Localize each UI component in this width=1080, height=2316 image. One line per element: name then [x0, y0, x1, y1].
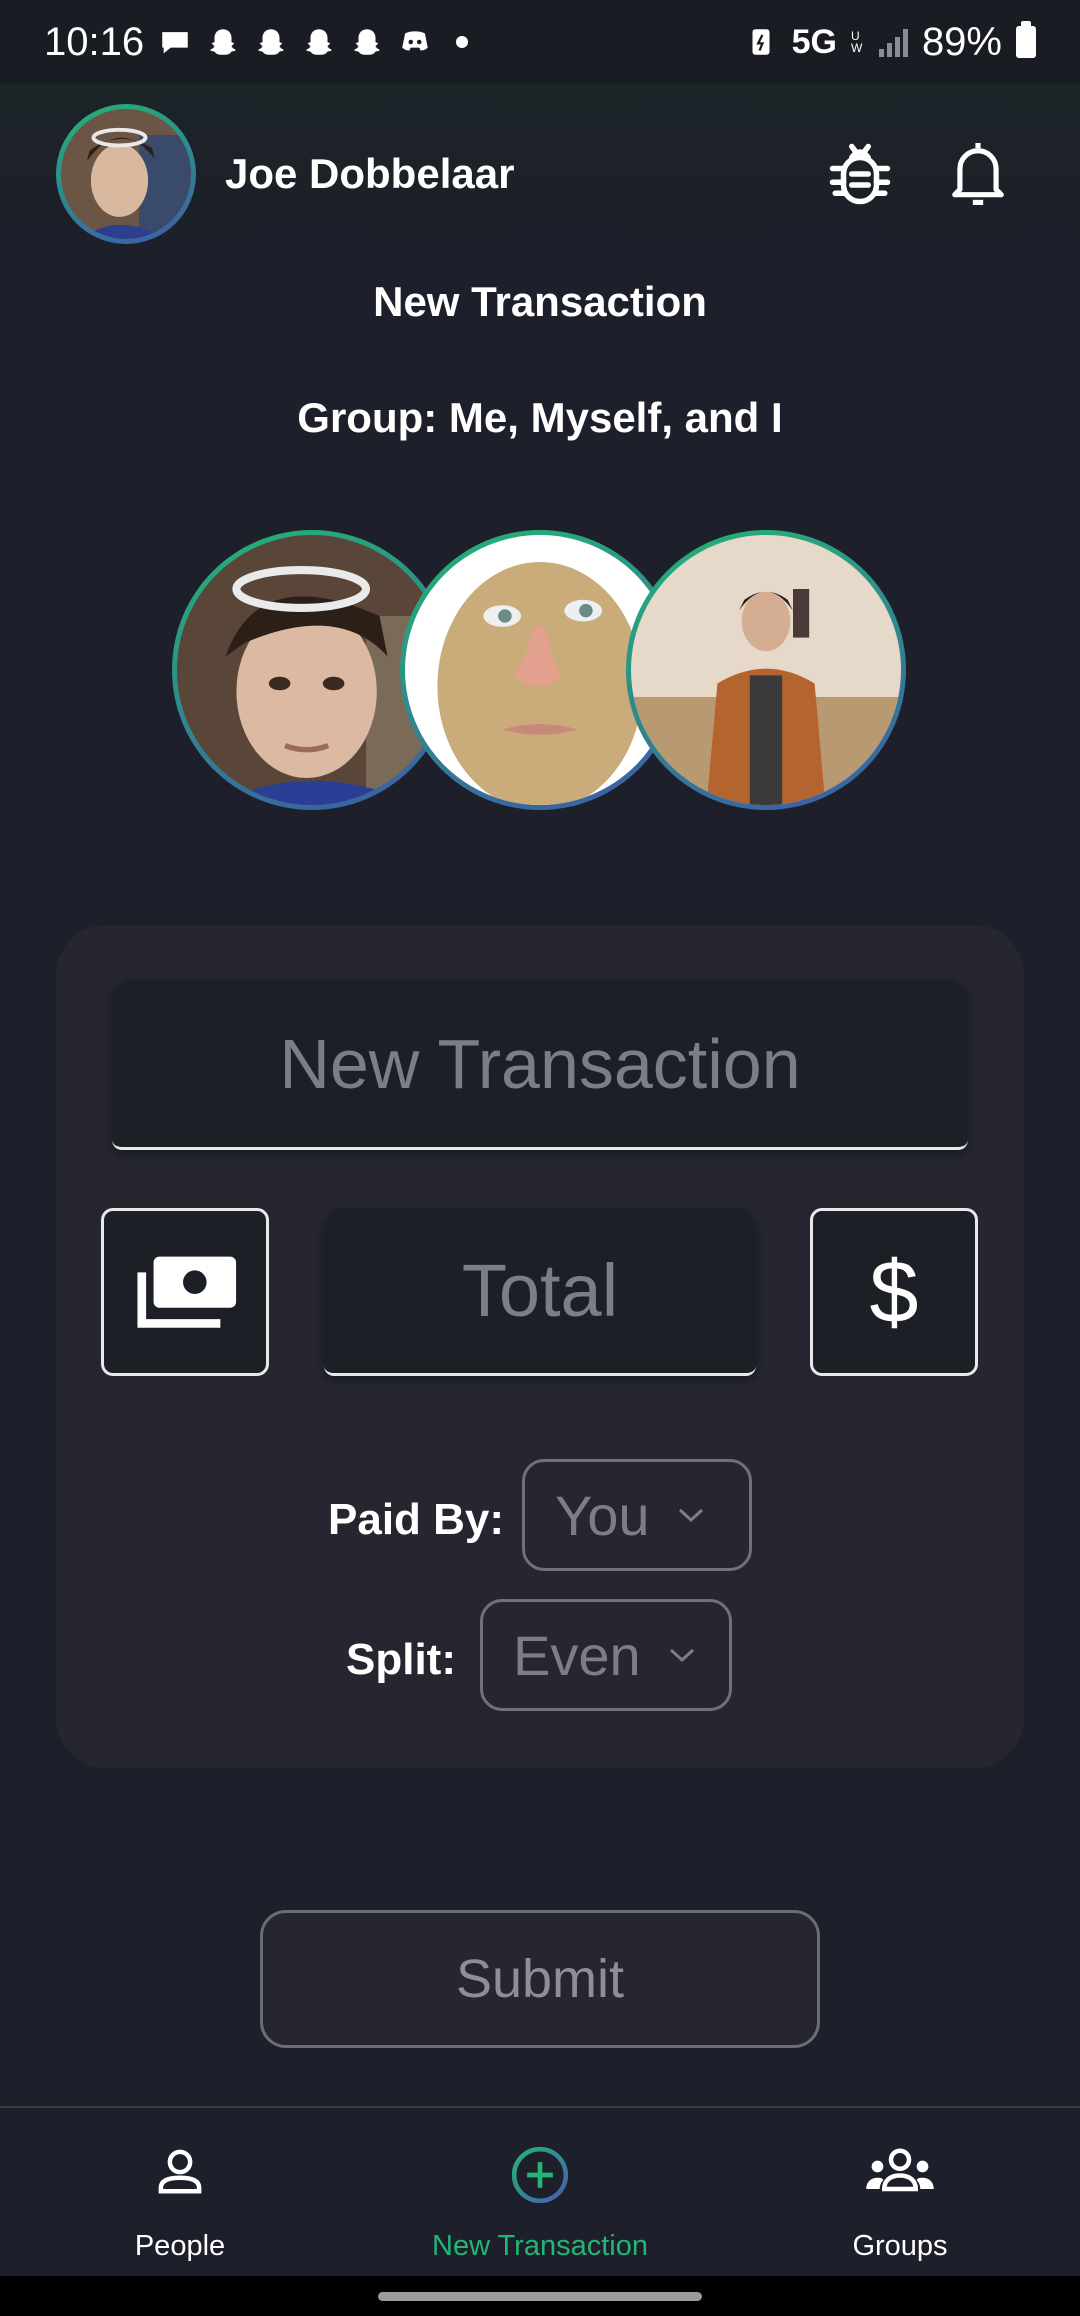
- paid-by-select[interactable]: You: [522, 1459, 752, 1571]
- nav-people[interactable]: People: [0, 2108, 360, 2278]
- app-header: Joe Dobbelaar: [0, 84, 1080, 264]
- transaction-form-card: New Transaction Total $ Paid By: You Spl…: [56, 925, 1024, 1768]
- snapchat-icon: [306, 29, 332, 55]
- chevron-down-icon: [669, 1648, 694, 1663]
- network-type: 5G: [791, 22, 837, 61]
- page-title: New Transaction: [373, 278, 707, 325]
- total-amount-input[interactable]: Total: [324, 1208, 756, 1376]
- bug-report-button[interactable]: [820, 134, 900, 214]
- split-select[interactable]: Even: [480, 1599, 732, 1711]
- person-icon: [158, 2149, 202, 2194]
- split-value: Even: [513, 1623, 641, 1687]
- clock: 10:16: [44, 19, 145, 64]
- plus-circle-icon: [511, 2146, 569, 2204]
- submit-button[interactable]: Submit: [260, 1910, 820, 2048]
- transaction-name-input[interactable]: New Transaction: [112, 980, 968, 1150]
- snapchat-icon: [210, 29, 236, 55]
- bug-icon: [829, 143, 891, 205]
- currency-symbol: $: [869, 1242, 919, 1341]
- notifications-button[interactable]: [938, 134, 1018, 214]
- snapchat-icon: [258, 29, 284, 55]
- battery-percent: 89%: [921, 19, 1002, 64]
- status-bar: 10:16 5G UW 89%: [0, 0, 1080, 84]
- split-label: Split:: [346, 1635, 456, 1684]
- home-indicator[interactable]: [378, 2292, 702, 2301]
- member-photo: [631, 535, 901, 805]
- group-label: Group: Me, Myself, and I: [297, 394, 783, 441]
- nav-people-label: People: [134, 2230, 226, 2262]
- battery-saver-icon: [752, 29, 770, 55]
- group-member-avatar[interactable]: [626, 530, 906, 810]
- payment-method-button[interactable]: [101, 1208, 269, 1376]
- dot-icon: [456, 36, 469, 48]
- paid-by-value: You: [555, 1483, 650, 1547]
- cash-icon: [137, 1256, 237, 1328]
- user-photo: [61, 109, 191, 239]
- currency-button[interactable]: $: [810, 1208, 978, 1376]
- bottom-navigation: People New Transaction Groups: [0, 2106, 1080, 2278]
- nav-groups-label: Groups: [852, 2230, 948, 2262]
- groups-icon: [866, 2148, 934, 2192]
- network-subtype: UW: [850, 29, 863, 55]
- bell-icon: [952, 143, 1004, 205]
- user-name: Joe Dobbelaar: [225, 150, 515, 197]
- nav-new-transaction-label: New Transaction: [432, 2230, 648, 2262]
- chevron-down-icon: [678, 1508, 703, 1523]
- nav-new-transaction[interactable]: New Transaction: [360, 2108, 720, 2278]
- snapchat-icon: [354, 29, 380, 55]
- paid-by-label: Paid By:: [328, 1495, 505, 1544]
- message-icon: [162, 32, 188, 54]
- nav-groups[interactable]: Groups: [720, 2108, 1080, 2278]
- discord-icon: [402, 31, 428, 51]
- user-avatar[interactable]: [56, 104, 196, 244]
- gesture-bar: [0, 2276, 1080, 2316]
- battery-icon: [1016, 21, 1036, 58]
- signal-icon: [878, 27, 908, 57]
